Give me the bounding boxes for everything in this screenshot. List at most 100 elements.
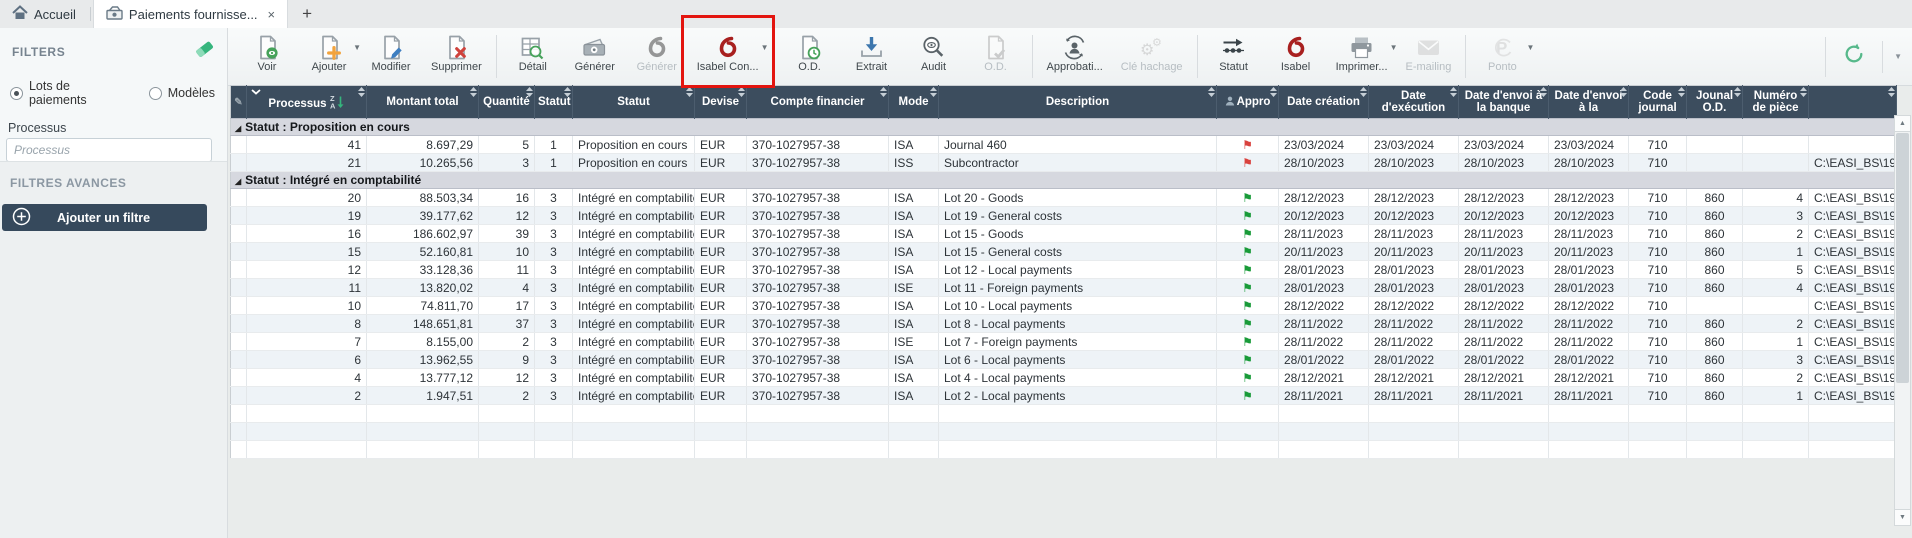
table-row[interactable]: 21 10.265,56 3 1 Proposition en cours EUR 370-… [230,153,1897,172]
toolbar-button-detail[interactable]: Détail [502,28,564,85]
radio-modeles[interactable]: Modèles [148,79,215,107]
column-header-montant[interactable]: Montant total [366,85,479,119]
sort-arrows-icon[interactable] [1360,87,1367,100]
toolbar-button-ajouter[interactable]: ▼ Ajouter [298,28,361,85]
advanced-filters-section: FILTRES AVANCES Ajouter un filtre [0,161,227,538]
filter-chevron-icon[interactable] [251,86,261,98]
add-filter-button[interactable]: Ajouter un filtre [2,204,207,231]
table-row[interactable]: 7 8.155,00 2 3 Intégré en comptabilité EUR 370… [230,332,1897,351]
toolbar-separator [1196,35,1198,78]
table-row[interactable]: 8 148.651,81 37 3 Intégré en comptabilité EUR… [230,314,1897,333]
new-tab-button[interactable]: + [288,0,326,28]
column-header-date_creation[interactable]: Date création [1278,85,1369,119]
table-row[interactable]: 41 8.697,29 5 1 Proposition en cours EUR 370-1… [230,135,1897,154]
sort-arrows-icon[interactable] [1540,87,1547,100]
column-header-statut[interactable]: Statut [572,85,695,119]
column-header-path[interactable] [1808,85,1897,119]
sort-arrows-icon[interactable] [1734,87,1741,100]
scroll-up-arrow-icon[interactable]: ▲ [1895,116,1910,132]
refresh-button[interactable] [1831,39,1877,74]
column-header-mode[interactable]: Mode [888,85,939,119]
cell-empty [1686,404,1743,423]
cell-jounal_od: 860 [1686,314,1743,333]
table-row[interactable]: 4 13.777,12 12 3 Intégré en comptabilité EUR 3… [230,368,1897,387]
column-header-devise[interactable]: Devise [694,85,747,119]
radio-lots-de-paiements[interactable]: Lots de paiements [10,79,131,107]
column-header-jounal_od[interactable]: Jounal O.D. [1686,85,1743,119]
toolbar-button-audit[interactable]: Audit [903,28,965,85]
column-header-date_banque[interactable]: Date d'envoi à la banque [1458,85,1549,119]
table-row[interactable]: 11 13.820,02 4 3 Intégré en comptabilité EUR 3… [230,278,1897,297]
vertical-scrollbar[interactable]: ▲ ▼ [1894,115,1911,526]
scrollbar-thumb[interactable] [1896,133,1909,383]
cell-empty [366,422,479,441]
sort-arrows-icon[interactable] [1888,87,1895,100]
sort-arrows-icon[interactable] [358,87,365,100]
scroll-down-arrow-icon[interactable]: ▼ [1895,509,1910,525]
sort-arrows-icon[interactable] [470,87,477,100]
toolbar-button-isabel-connect[interactable]: ▼ Isabel Con... [680,15,775,88]
dropdown-caret-icon[interactable]: ▼ [1526,43,1534,52]
column-header-processus[interactable]: Processus Z A [246,85,367,119]
column-header-quantite[interactable]: Quantité [478,85,535,119]
column-header-compte[interactable]: Compte financier [746,85,889,119]
table-row[interactable]: 12 33.128,36 11 3 Intégré en comptabilité EUR… [230,260,1897,279]
sort-arrows-icon[interactable] [526,87,533,100]
sort-arrows-icon[interactable] [1678,87,1685,100]
column-header-piece[interactable]: Numéro de pièce [1742,85,1809,119]
cell-date_creation: 28/10/2023 [1278,153,1369,172]
column-header-code_journal[interactable]: Code journal [1628,85,1687,119]
collapse-triangle-icon[interactable]: ◢ [235,177,241,186]
toolbar-button-modifier[interactable]: Modifier [360,28,422,85]
collapse-triangle-icon[interactable]: ◢ [235,124,241,133]
table-row[interactable]: 16 186.602,97 39 3 Intégré en comptabilité EU… [230,224,1897,243]
toolbar-button-supprimer[interactable]: Supprimer [422,28,491,85]
column-header-date_envoi[interactable]: Date d'envoi à la [1548,85,1629,119]
tab-paiements-fournisseurs[interactable]: Paiements fournisse... × [92,0,289,28]
toolbar-button-isabel[interactable]: Isabel [1265,28,1327,85]
table-row[interactable]: 6 13.962,55 9 3 Intégré en comptabilité EUR 37… [230,350,1897,369]
sort-arrows-icon[interactable] [880,87,887,100]
processus-input[interactable] [6,138,212,162]
sort-arrows-icon[interactable] [930,87,937,100]
column-header-appro[interactable]: Appro [1216,85,1279,119]
tab-accueil[interactable]: Accueil [0,0,88,28]
group-row[interactable]: ◢ Statut : Intégré en comptabilité [230,171,1897,189]
cell-empty [572,404,695,423]
toolbar-button-generer[interactable]: Générer [564,28,626,85]
table-row[interactable]: 20 88.503,34 16 3 Intégré en comptabilité EUR… [230,188,1897,207]
tab-close-icon[interactable]: × [268,8,276,21]
cell-date_envoi: 20/12/2023 [1548,206,1629,225]
cell-empty [246,440,367,459]
toolbar-button-imprimer[interactable]: ▼ Imprimer... [1327,28,1398,85]
dropdown-caret-icon[interactable]: ▼ [761,43,769,52]
column-header-statut_code[interactable]: Statut [534,85,573,119]
home-icon [12,5,28,23]
sort-arrows-icon[interactable] [1450,87,1457,100]
sort-arrows-icon[interactable] [738,87,745,100]
toolbar-button-voir[interactable]: Voir [236,28,298,85]
sort-arrows-icon[interactable] [1620,87,1627,100]
table-row[interactable]: 2 1.947,51 2 3 Intégré en comptabilité EUR 370… [230,386,1897,405]
sort-arrows-icon[interactable] [1270,87,1277,100]
refresh-dropdown-caret-icon[interactable]: ▼ [1894,52,1902,61]
toolbar-button-od[interactable]: O.D. [779,28,841,85]
toolbar-button-approbation[interactable]: Approbati... [1038,28,1112,85]
sort-arrows-icon[interactable] [686,87,693,100]
sort-arrows-icon[interactable] [1800,87,1807,100]
eraser-icon[interactable] [195,40,215,63]
sort-arrows-icon[interactable] [1208,87,1215,100]
table-row[interactable]: 19 39.177,62 12 3 Intégré en comptabilité EUR… [230,206,1897,225]
column-header-description[interactable]: Description [938,85,1217,119]
column-header-date_execution[interactable]: Date d'exécution [1368,85,1459,119]
sort-arrows-icon[interactable] [564,87,571,100]
cell-path: C:\EASI_BS\19 [1808,314,1897,333]
table-row[interactable]: 15 52.160,81 10 3 Intégré en comptabilité EUR… [230,242,1897,261]
group-row[interactable]: ◢ Statut : Proposition en cours [230,118,1897,136]
toolbar-button-extrait[interactable]: Extrait [841,28,903,85]
toolbar-button-statut[interactable]: Statut [1203,28,1265,85]
table-row[interactable]: 10 74.811,70 17 3 Intégré en comptabilité EUR… [230,296,1897,315]
cell-statut: Proposition en cours [572,153,695,172]
cell-empty [1742,422,1809,441]
column-header-indicator[interactable]: ✎ [230,85,247,119]
